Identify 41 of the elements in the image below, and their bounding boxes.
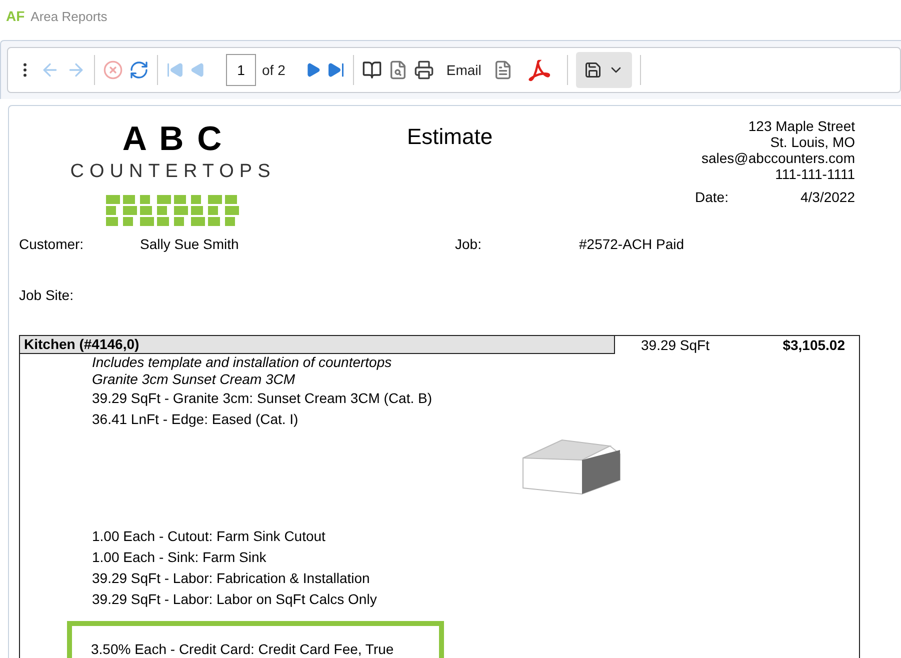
customer-label: Customer: bbox=[19, 236, 85, 252]
date-value: 4/3/2022 bbox=[800, 189, 855, 205]
window-title: Area Reports bbox=[30, 8, 108, 24]
line-item: 3.50% Each - Credit Card: Credit Card Fee, True bbox=[91, 641, 394, 657]
save-icon bbox=[584, 61, 602, 79]
address-line: St. Louis, MO bbox=[770, 134, 855, 150]
page-count: of 2 bbox=[262, 62, 286, 78]
report-title: Estimate bbox=[407, 124, 494, 151]
job-site-label: Job Site: bbox=[19, 287, 74, 303]
next-page-icon[interactable] bbox=[305, 62, 322, 78]
document-icon[interactable] bbox=[493, 60, 514, 80]
area-total: $3,105.02 bbox=[782, 337, 845, 353]
date-label: Date: bbox=[695, 189, 728, 205]
print-icon[interactable] bbox=[414, 60, 434, 80]
app-logo: AF bbox=[6, 8, 25, 24]
refresh-icon[interactable] bbox=[129, 60, 149, 80]
page-field[interactable]: 1 bbox=[226, 54, 256, 86]
area-note: Includes template and installation of countertops bbox=[92, 354, 393, 371]
area-note: Granite 3cm Sunset Cream 3CM bbox=[92, 371, 296, 388]
job-label: Job: bbox=[455, 236, 482, 252]
save-button[interactable] bbox=[576, 52, 632, 88]
line-item: 1.00 Each - Cutout: Farm Sink Cutout bbox=[92, 527, 326, 546]
brand-name: A B C bbox=[122, 120, 224, 159]
address-line: 111-111-1111 bbox=[775, 166, 855, 182]
pdf-icon[interactable] bbox=[527, 58, 552, 82]
find-icon[interactable] bbox=[388, 60, 408, 80]
job-value: #2572-ACH Paid bbox=[579, 236, 686, 252]
address-line: 123 Maple Street bbox=[748, 118, 855, 134]
brand-subtitle: COUNTERTOPS bbox=[70, 161, 276, 183]
line-item: 36.41 LnFt - Edge: Eased (Cat. I) bbox=[92, 410, 300, 429]
line-item: 39.29 SqFt - Granite 3cm: Sunset Cream 3CM (Cat. B) bbox=[92, 389, 434, 408]
last-page-icon[interactable] bbox=[327, 61, 346, 79]
line-item: 39.29 SqFt - Labor: Fabrication & Installation bbox=[92, 569, 371, 588]
line-item: 1.00 Each - Sink: Farm Sink bbox=[92, 548, 268, 567]
customer-value: Sally Sue Smith bbox=[140, 236, 240, 252]
address-line: sales@abccounters.com bbox=[701, 150, 855, 166]
email-button[interactable]: Email bbox=[440, 62, 488, 78]
book-icon[interactable] bbox=[362, 60, 382, 80]
area-name: Kitchen (#4146,0) bbox=[20, 336, 615, 354]
line-item: 39.29 SqFt - Labor: Labor on SqFt Calcs Only bbox=[92, 590, 378, 609]
area-quantity: 39.29 SqFt bbox=[641, 337, 710, 353]
